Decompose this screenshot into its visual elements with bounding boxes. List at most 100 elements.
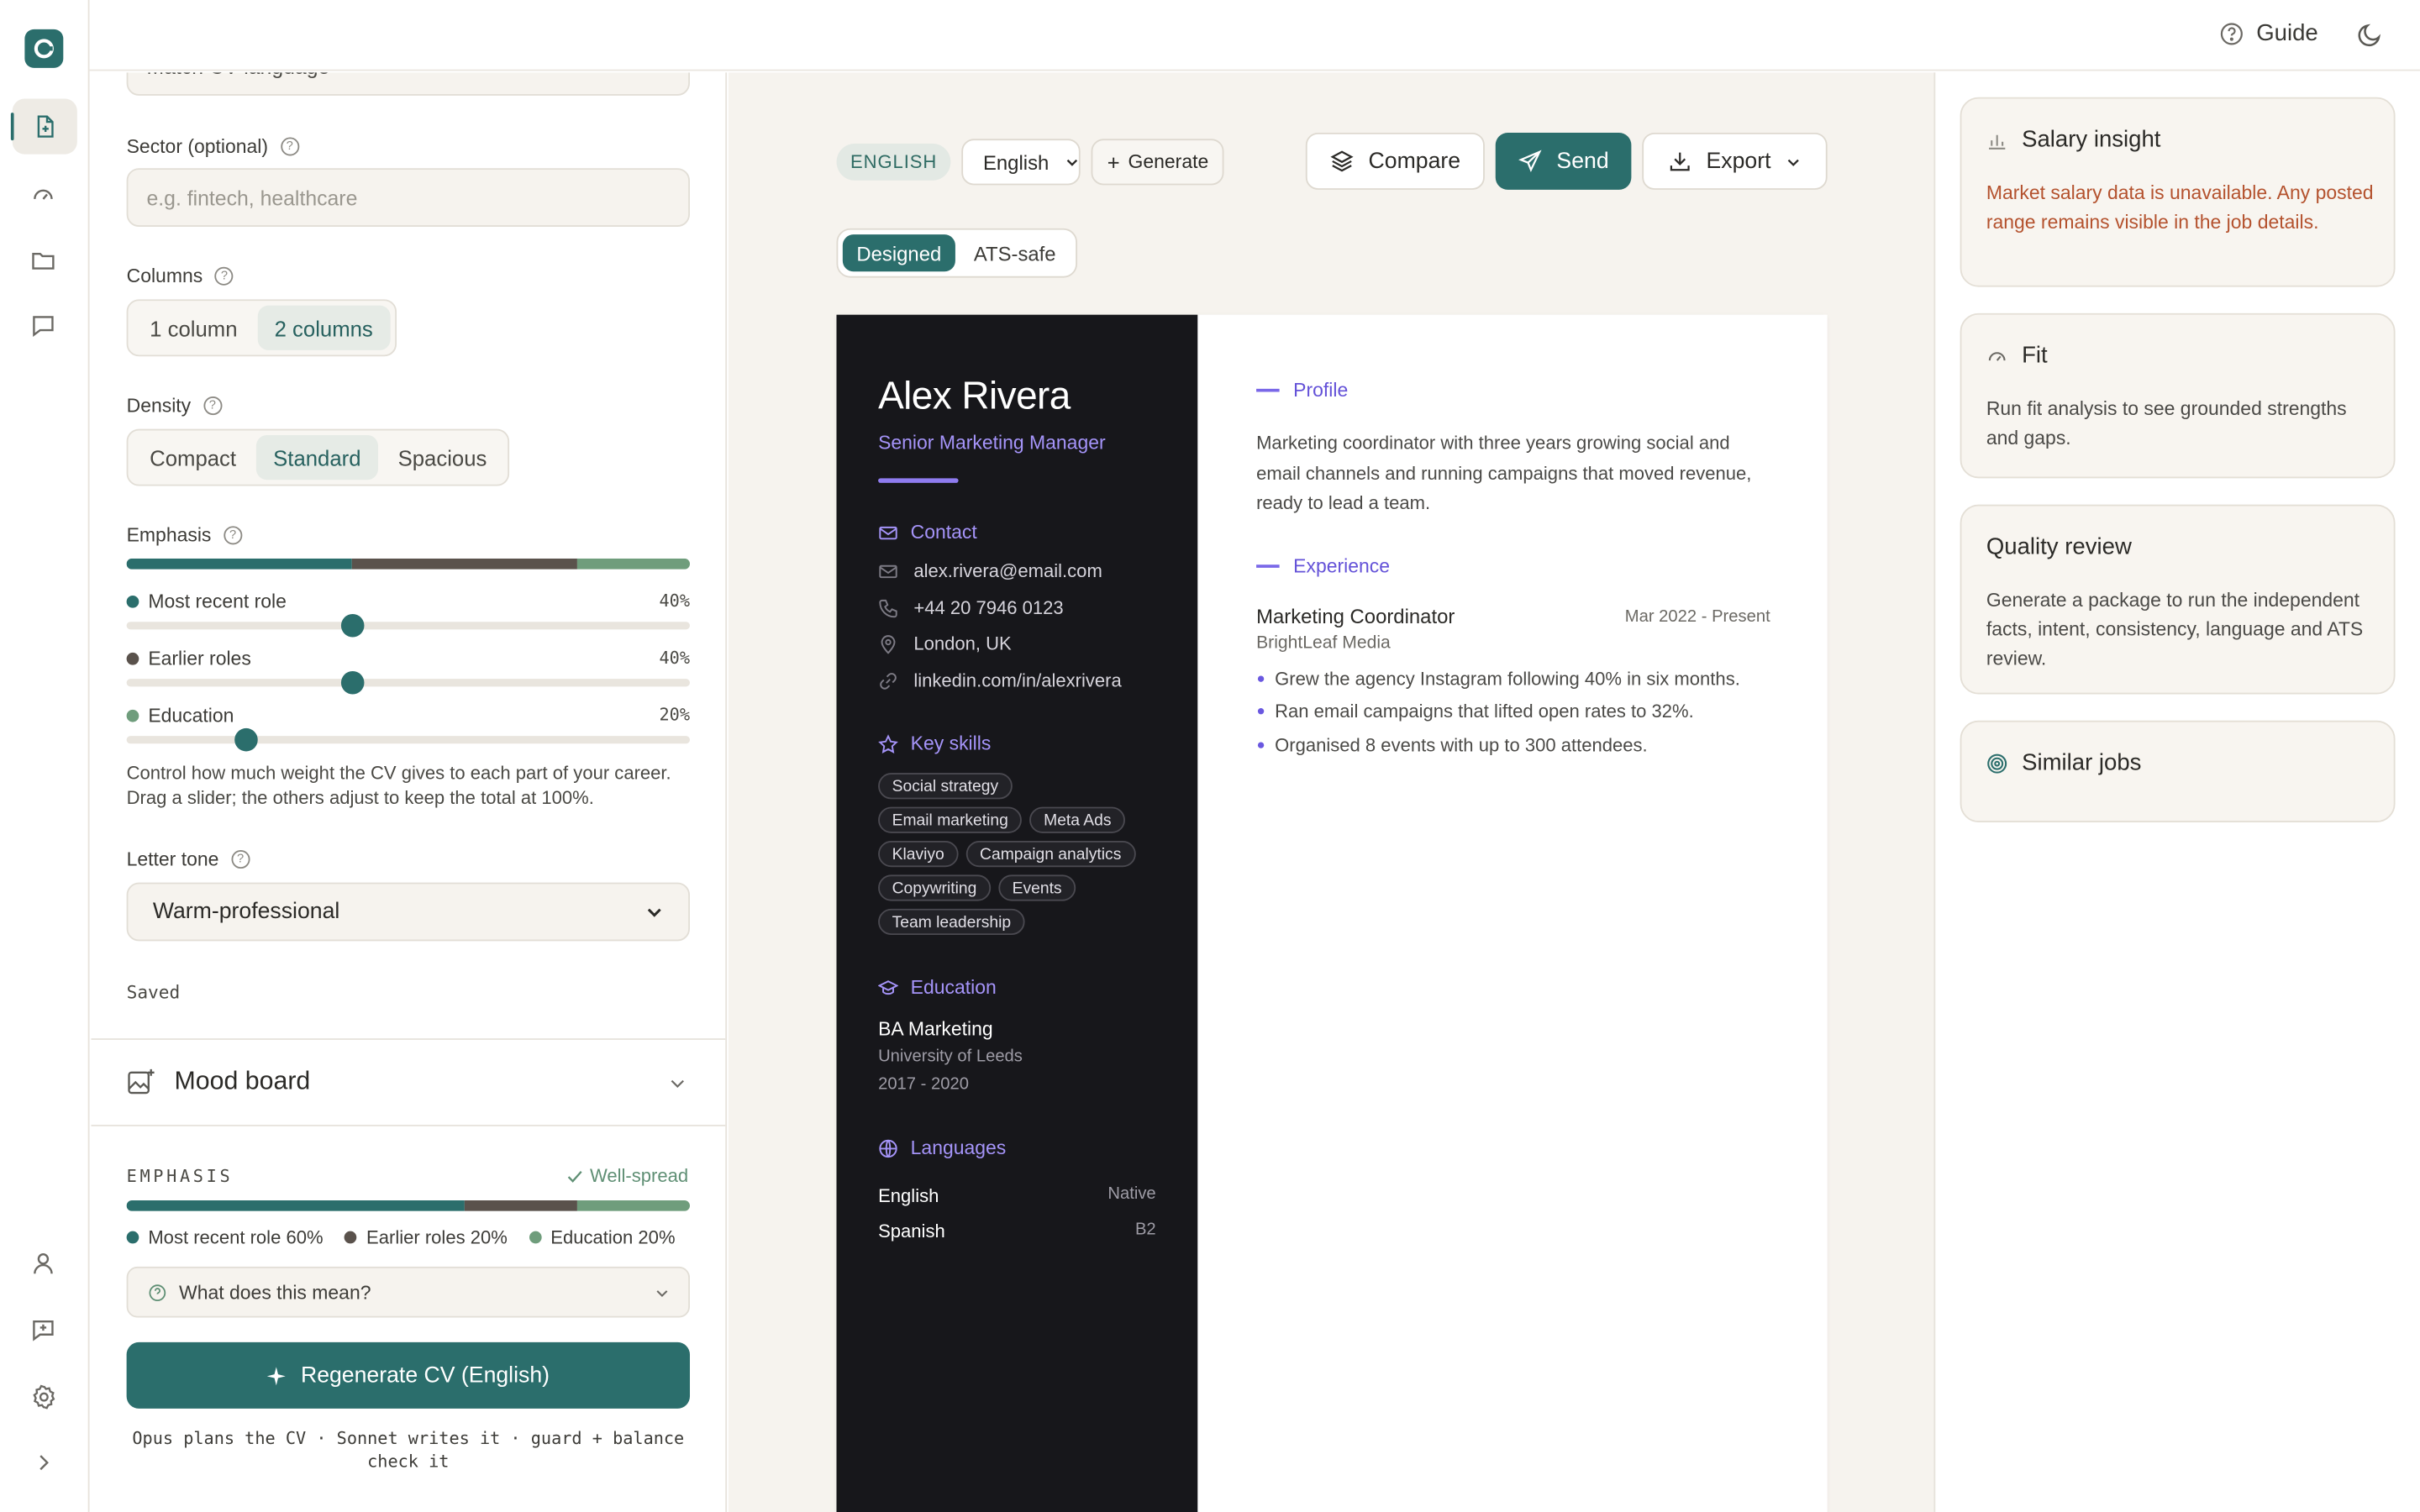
regenerate-cv-button[interactable]: Regenerate CV (English) xyxy=(126,1341,691,1409)
cv-education-years: 2017 - 2020 xyxy=(878,1075,969,1095)
target-icon xyxy=(1987,753,2007,773)
export-label: Export xyxy=(1706,149,1771,174)
slider-education[interactable] xyxy=(126,727,691,752)
help-icon[interactable]: ? xyxy=(224,526,243,545)
emphasis-distribution-bar xyxy=(126,558,691,570)
letter-tone-label-text: Letter tone xyxy=(126,848,219,870)
emphasis-help-text: Control how much weight the CV gives to … xyxy=(126,762,671,809)
cv-profile-heading: Profile xyxy=(1256,380,1348,402)
help-circle-icon xyxy=(2220,22,2243,45)
cv-role: Senior Marketing Manager xyxy=(878,432,1106,454)
slider-earlier[interactable] xyxy=(126,670,691,695)
nav-rail xyxy=(0,0,90,1512)
cv-education-heading-text: Education xyxy=(910,976,997,999)
nav-feedback-icon[interactable] xyxy=(26,1313,60,1347)
nav-settings-icon[interactable] xyxy=(26,1379,60,1413)
slider-recent[interactable] xyxy=(126,614,691,638)
help-icon[interactable]: ? xyxy=(231,850,250,869)
cv-skills-heading-text: Key skills xyxy=(910,732,992,755)
cv-education-heading: Education xyxy=(878,976,997,999)
nav-chat-icon[interactable] xyxy=(26,308,60,342)
check-icon xyxy=(568,1170,582,1182)
nav-folder-icon[interactable] xyxy=(26,244,60,277)
salary-insight-title: Salary insight xyxy=(2022,126,2161,153)
cv-phone-text: +44 20 7946 0123 xyxy=(913,596,1064,619)
cv-contact-heading-text: Contact xyxy=(910,521,977,543)
emphasis-summary-segment-earlier xyxy=(464,1200,577,1211)
nav-expand-icon[interactable] xyxy=(26,1446,60,1479)
cv-location-text: London, UK xyxy=(913,633,1012,654)
similar-jobs-card[interactable]: Similar jobs xyxy=(1960,720,2396,822)
emphasis-row-pct: 40% xyxy=(659,648,691,669)
emphasis-status: Well-spread xyxy=(566,1164,689,1187)
density-label: Density ? xyxy=(127,395,222,417)
density-option-spacious[interactable]: Spacious xyxy=(381,435,503,480)
chevron-down-icon xyxy=(647,908,661,917)
cv-bullet: Organised 8 events with up to 300 attend… xyxy=(1256,734,1781,756)
legend-text: Most recent role 60% xyxy=(148,1226,324,1248)
guide-button[interactable]: Guide xyxy=(2219,20,2318,46)
skill-chip: Email marketing xyxy=(878,806,1023,833)
link-icon xyxy=(880,672,897,689)
view-designed[interactable]: Designed xyxy=(842,234,955,272)
what-does-this-mean-toggle[interactable]: What does this mean? xyxy=(126,1266,691,1318)
nav-gauge-icon[interactable] xyxy=(26,177,60,211)
columns-label-text: Columns xyxy=(126,265,203,287)
emphasis-status-text: Well-spread xyxy=(589,1164,689,1187)
density-option-standard[interactable]: Standard xyxy=(255,434,378,480)
view-ats-safe[interactable]: ATS-safe xyxy=(960,234,1070,271)
help-icon[interactable]: ? xyxy=(203,396,222,416)
skill-chip: Meta Ads xyxy=(1029,806,1126,833)
cv-language-select[interactable]: Match CV language xyxy=(126,72,691,96)
columns-option-2[interactable]: 2 columns xyxy=(257,305,390,350)
generate-button[interactable]: Generate xyxy=(1091,139,1224,186)
fit-card[interactable]: Fit Run fit analysis to see grounded str… xyxy=(1960,312,2396,479)
cv-language-level: B2 xyxy=(1134,1220,1156,1239)
emphasis-summary-segment-recent xyxy=(126,1200,465,1211)
density-option-compact[interactable]: Compact xyxy=(133,435,253,480)
send-label: Send xyxy=(1556,149,1609,174)
quality-review-card[interactable]: Quality review Generate a package to run… xyxy=(1960,504,2396,695)
language-select[interactable]: English xyxy=(961,139,1081,186)
sector-input[interactable]: e.g. fintech, healthcare xyxy=(126,168,691,227)
layers-icon xyxy=(1329,150,1353,172)
nav-user-icon[interactable] xyxy=(26,1247,60,1280)
export-button[interactable]: Export xyxy=(1642,132,1828,190)
slider-thumb[interactable] xyxy=(234,727,258,752)
globe-icon xyxy=(879,1138,897,1158)
map-pin-icon xyxy=(881,634,896,654)
cv-name: Alex Rivera xyxy=(878,375,1071,418)
compare-button[interactable]: Compare xyxy=(1305,132,1485,190)
mood-board-toggle[interactable]: Mood board xyxy=(91,1038,726,1126)
regenerate-cv-label: Regenerate CV (English) xyxy=(300,1362,550,1389)
heading-rule xyxy=(1256,388,1280,392)
letter-tone-label: Letter tone ? xyxy=(127,848,250,870)
dark-mode-toggle[interactable] xyxy=(2357,22,2383,48)
legend-dot xyxy=(345,1231,357,1244)
columns-label: Columns ? xyxy=(127,265,234,287)
similar-jobs-header: Similar jobs xyxy=(1986,749,2142,776)
slider-thumb[interactable] xyxy=(340,670,365,695)
send-button[interactable]: Send xyxy=(1495,132,1632,190)
chevron-down-icon xyxy=(1788,158,1800,166)
legend-dot xyxy=(126,709,139,722)
letter-tone-select[interactable]: Warm-professional xyxy=(126,882,691,942)
mail-icon xyxy=(879,564,897,578)
similar-jobs-title: Similar jobs xyxy=(2022,749,2142,776)
emphasis-row-pct: 40% xyxy=(659,591,691,612)
cv-experience-heading-text: Experience xyxy=(1293,555,1391,577)
columns-option-1[interactable]: 1 column xyxy=(133,306,255,350)
help-icon[interactable]: ? xyxy=(280,137,299,156)
help-icon[interactable]: ? xyxy=(214,266,234,286)
graduation-cap-icon xyxy=(878,979,898,995)
mood-board-title: Mood board xyxy=(174,1067,311,1096)
density-label-text: Density xyxy=(126,395,192,417)
app-logo[interactable] xyxy=(24,29,64,68)
cv-bullet: Grew the agency Instagram following 40% … xyxy=(1256,668,1781,690)
nav-document-icon[interactable] xyxy=(10,98,77,155)
slider-thumb[interactable] xyxy=(340,614,365,638)
cv-experience-heading: Experience xyxy=(1256,555,1390,577)
settings-panel: Match CV language Sector (optional) ? e.… xyxy=(91,72,728,1512)
cv-language-row: English Native xyxy=(878,1185,1156,1207)
emphasis-row-recent: Most recent role 40% xyxy=(126,591,691,612)
